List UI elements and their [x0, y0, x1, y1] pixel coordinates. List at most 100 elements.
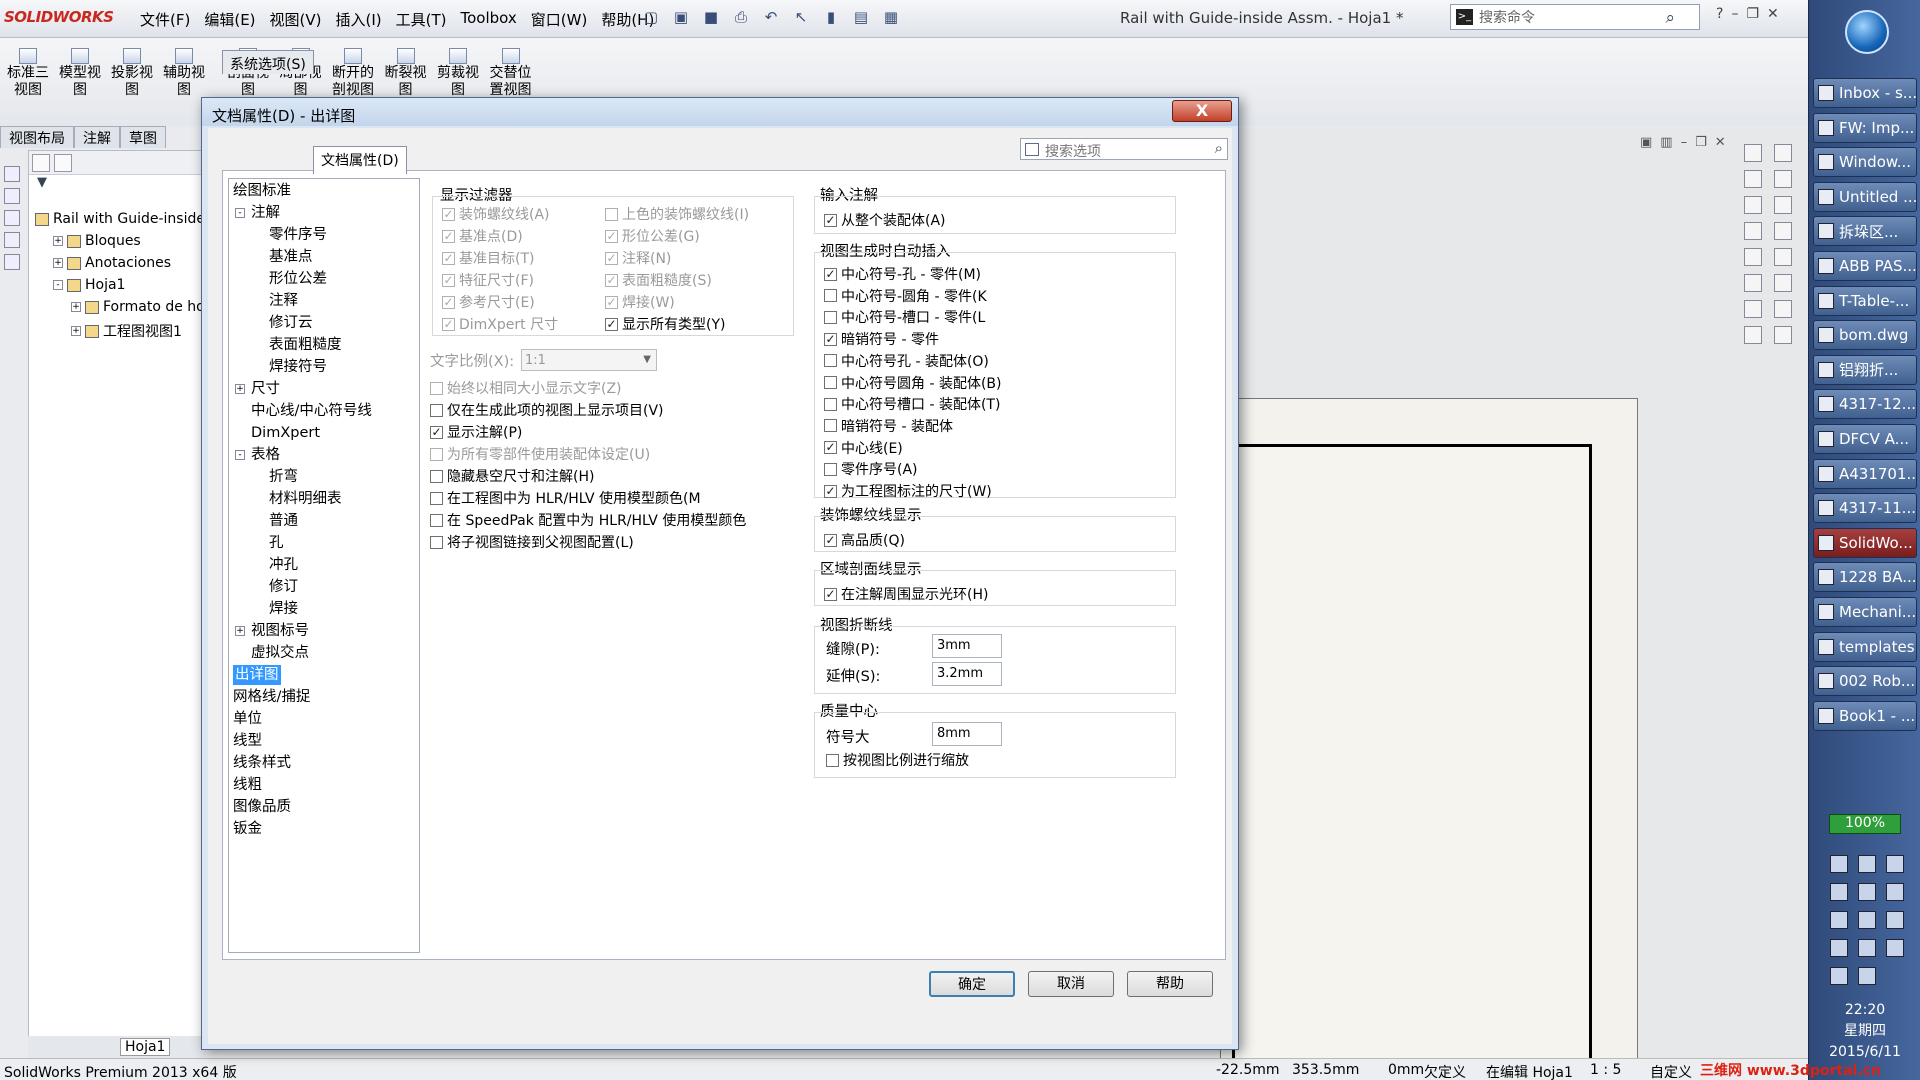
menu-item[interactable]: 视图(V) — [270, 9, 322, 30]
center-mark-icon[interactable] — [1744, 326, 1762, 344]
option-checkbox-row[interactable]: ✓ 注释(N) — [605, 248, 671, 268]
tree-item[interactable]: 冲孔 — [269, 555, 298, 575]
menu-item[interactable]: Toolbox — [461, 9, 517, 30]
feature-tree-item[interactable]: + 工程图视图1 — [71, 321, 182, 341]
taskbar-item[interactable]: 4317-12... — [1813, 389, 1917, 420]
appearance-icon[interactable] — [1744, 248, 1762, 266]
text-scale-select[interactable]: 1:1 ▼ — [521, 349, 657, 371]
taskbar-item[interactable]: 4317-11... — [1813, 493, 1917, 524]
tray-green-icon[interactable] — [1886, 883, 1904, 901]
help-icon[interactable]: ? — [1716, 6, 1723, 22]
tree-item[interactable]: 焊接符号 — [269, 357, 327, 377]
tray-device-icon[interactable] — [1886, 939, 1904, 957]
view-palette-icon[interactable] — [1774, 222, 1792, 240]
taskbar-item[interactable]: templates — [1813, 631, 1917, 662]
checkbox[interactable]: ✓ — [605, 317, 618, 331]
tree-item[interactable]: 修订云 — [269, 313, 313, 333]
weld-symbol-icon[interactable] — [1744, 300, 1762, 318]
tray-antivirus-icon[interactable] — [1830, 967, 1848, 985]
checkbox[interactable] — [430, 535, 443, 549]
checkbox[interactable] — [824, 354, 837, 368]
open-icon[interactable]: ▣ — [670, 6, 692, 28]
checkbox[interactable] — [430, 469, 443, 483]
symbol-size-field[interactable]: 8mm — [932, 722, 1002, 746]
viewport-minimize-icon[interactable]: – — [1681, 135, 1688, 150]
rebuild-view-icon[interactable] — [1774, 144, 1792, 162]
layer-icon[interactable] — [4, 188, 20, 204]
tree-item[interactable]: 虚拟交点 — [251, 643, 309, 663]
tray-pen-icon[interactable] — [1858, 883, 1876, 901]
view-icon[interactable] — [4, 166, 20, 182]
tree-item[interactable]: 图像品质 — [233, 797, 291, 817]
taskbar-item[interactable]: Inbox - s... — [1813, 78, 1917, 108]
checkbox[interactable]: ✓ — [824, 267, 837, 281]
option-checkbox-row[interactable]: 中心符号孔 - 装配体(O) — [824, 351, 989, 371]
option-checkbox-row[interactable]: 将子视图链接到父视图配置(L) — [430, 532, 634, 552]
option-checkbox-row[interactable]: 暗销符号 - 装配体 — [824, 416, 953, 436]
property-manager-icon[interactable] — [54, 154, 72, 172]
taskbar-item[interactable]: DFCV A... — [1813, 424, 1917, 454]
layer-toggle-icon[interactable] — [1744, 196, 1762, 214]
option-checkbox-row[interactable]: 中心符号圆角 - 装配体(B) — [824, 373, 1001, 393]
option-checkbox-row[interactable]: 中心符号-圆角 - 零件(K — [824, 286, 987, 306]
command-button[interactable]: 交替位 置视图 — [487, 48, 535, 99]
option-checkbox-row[interactable]: 始终以相同大小显示文字(Z) — [430, 378, 622, 398]
status-custom[interactable]: 自定义 — [1650, 1062, 1692, 1080]
option-checkbox-row[interactable]: ✓ 表面粗糙度(S) — [605, 270, 712, 290]
options-icon[interactable]: ▦ — [880, 6, 902, 28]
surface-finish-icon[interactable] — [1774, 274, 1792, 292]
home-icon[interactable] — [1744, 170, 1762, 188]
tree-item[interactable]: 网格线/捕捉 — [233, 687, 310, 707]
centerline-icon[interactable] — [1774, 326, 1792, 344]
viewport-close-icon[interactable]: ✕ — [1715, 135, 1726, 150]
dialog-close-button[interactable]: X — [1172, 100, 1232, 122]
scale-with-view-checkbox[interactable]: 按视图比例进行缩放 — [826, 750, 969, 770]
option-checkbox-row[interactable]: ✓ 为工程图标注的尺寸(W) — [824, 481, 992, 501]
tree-item[interactable]: 普通 — [269, 511, 298, 531]
checkbox[interactable] — [824, 376, 837, 389]
tree-item[interactable]: DimXpert — [251, 423, 320, 443]
split-vertical-icon[interactable]: ▥ — [1660, 135, 1672, 150]
menu-item[interactable]: 插入(I) — [336, 9, 382, 30]
file-explorer-icon[interactable] — [1744, 222, 1762, 240]
checkbox[interactable]: ✓ — [605, 273, 618, 287]
checkbox[interactable]: ✓ — [605, 295, 618, 309]
tray-outlook-icon[interactable] — [1830, 883, 1848, 901]
tree-item[interactable]: 修订 — [269, 577, 298, 597]
checkbox[interactable]: ✓ — [824, 213, 837, 227]
checkbox[interactable] — [430, 447, 443, 461]
taskbar-item[interactable]: Untitled ... — [1813, 181, 1917, 212]
taskbar-item[interactable]: T-Table-... — [1813, 285, 1917, 316]
expand-toggle-icon[interactable]: + — [71, 302, 81, 312]
tree-item[interactable]: 表格 — [251, 445, 280, 465]
options-search[interactable]: 搜索选项 ⌕ — [1020, 138, 1228, 160]
taskbar-item[interactable]: bom.dwg — [1813, 320, 1917, 351]
battery-indicator[interactable]: 100% — [1829, 814, 1901, 834]
option-checkbox-row[interactable]: ✓ 形位公差(G) — [605, 226, 700, 246]
tab-system-options[interactable]: 系统选项(S) — [222, 50, 314, 74]
tree-item[interactable]: 线型 — [233, 731, 262, 751]
checkbox[interactable]: ✓ — [824, 441, 837, 455]
close-icon[interactable]: ✕ — [1767, 6, 1779, 22]
option-checkbox-row[interactable]: 在 SpeedPak 配置中为 HLR/HLV 使用模型颜色 — [430, 510, 746, 530]
design-library-icon[interactable] — [1774, 196, 1792, 214]
option-checkbox-row[interactable]: ✓ 中心符号-孔 - 零件(M) — [824, 264, 981, 284]
checkbox[interactable] — [430, 403, 443, 417]
option-checkbox-row[interactable]: 仅在生成此项的视图上显示项目(V) — [430, 400, 664, 420]
tree-item[interactable]: 钣金 — [233, 819, 262, 839]
command-button[interactable]: 剪裁视图 — [434, 48, 482, 99]
feature-tree-item[interactable]: Rail with Guide-inside — [35, 211, 205, 227]
tree-item[interactable]: 焊接 — [269, 599, 298, 619]
folder-icon[interactable] — [4, 210, 20, 226]
minimize-icon[interactable]: – — [1731, 6, 1738, 22]
feature-tree-item[interactable]: + Anotaciones — [53, 255, 171, 271]
sheet-tab[interactable]: Hoja1 — [120, 1038, 171, 1056]
menu-item[interactable]: 工具(T) — [396, 9, 447, 30]
library-icon[interactable] — [4, 254, 20, 270]
spell-check-icon[interactable] — [1744, 144, 1762, 162]
status-scale[interactable]: 1 : 5 — [1590, 1062, 1621, 1078]
split-icon[interactable]: ▣ — [1640, 135, 1652, 150]
menu-item[interactable]: 窗口(W) — [531, 9, 588, 30]
viewport-restore-icon[interactable]: ❐ — [1695, 135, 1707, 150]
option-checkbox-row[interactable]: ✓ DimXpert 尺寸 — [442, 314, 558, 334]
